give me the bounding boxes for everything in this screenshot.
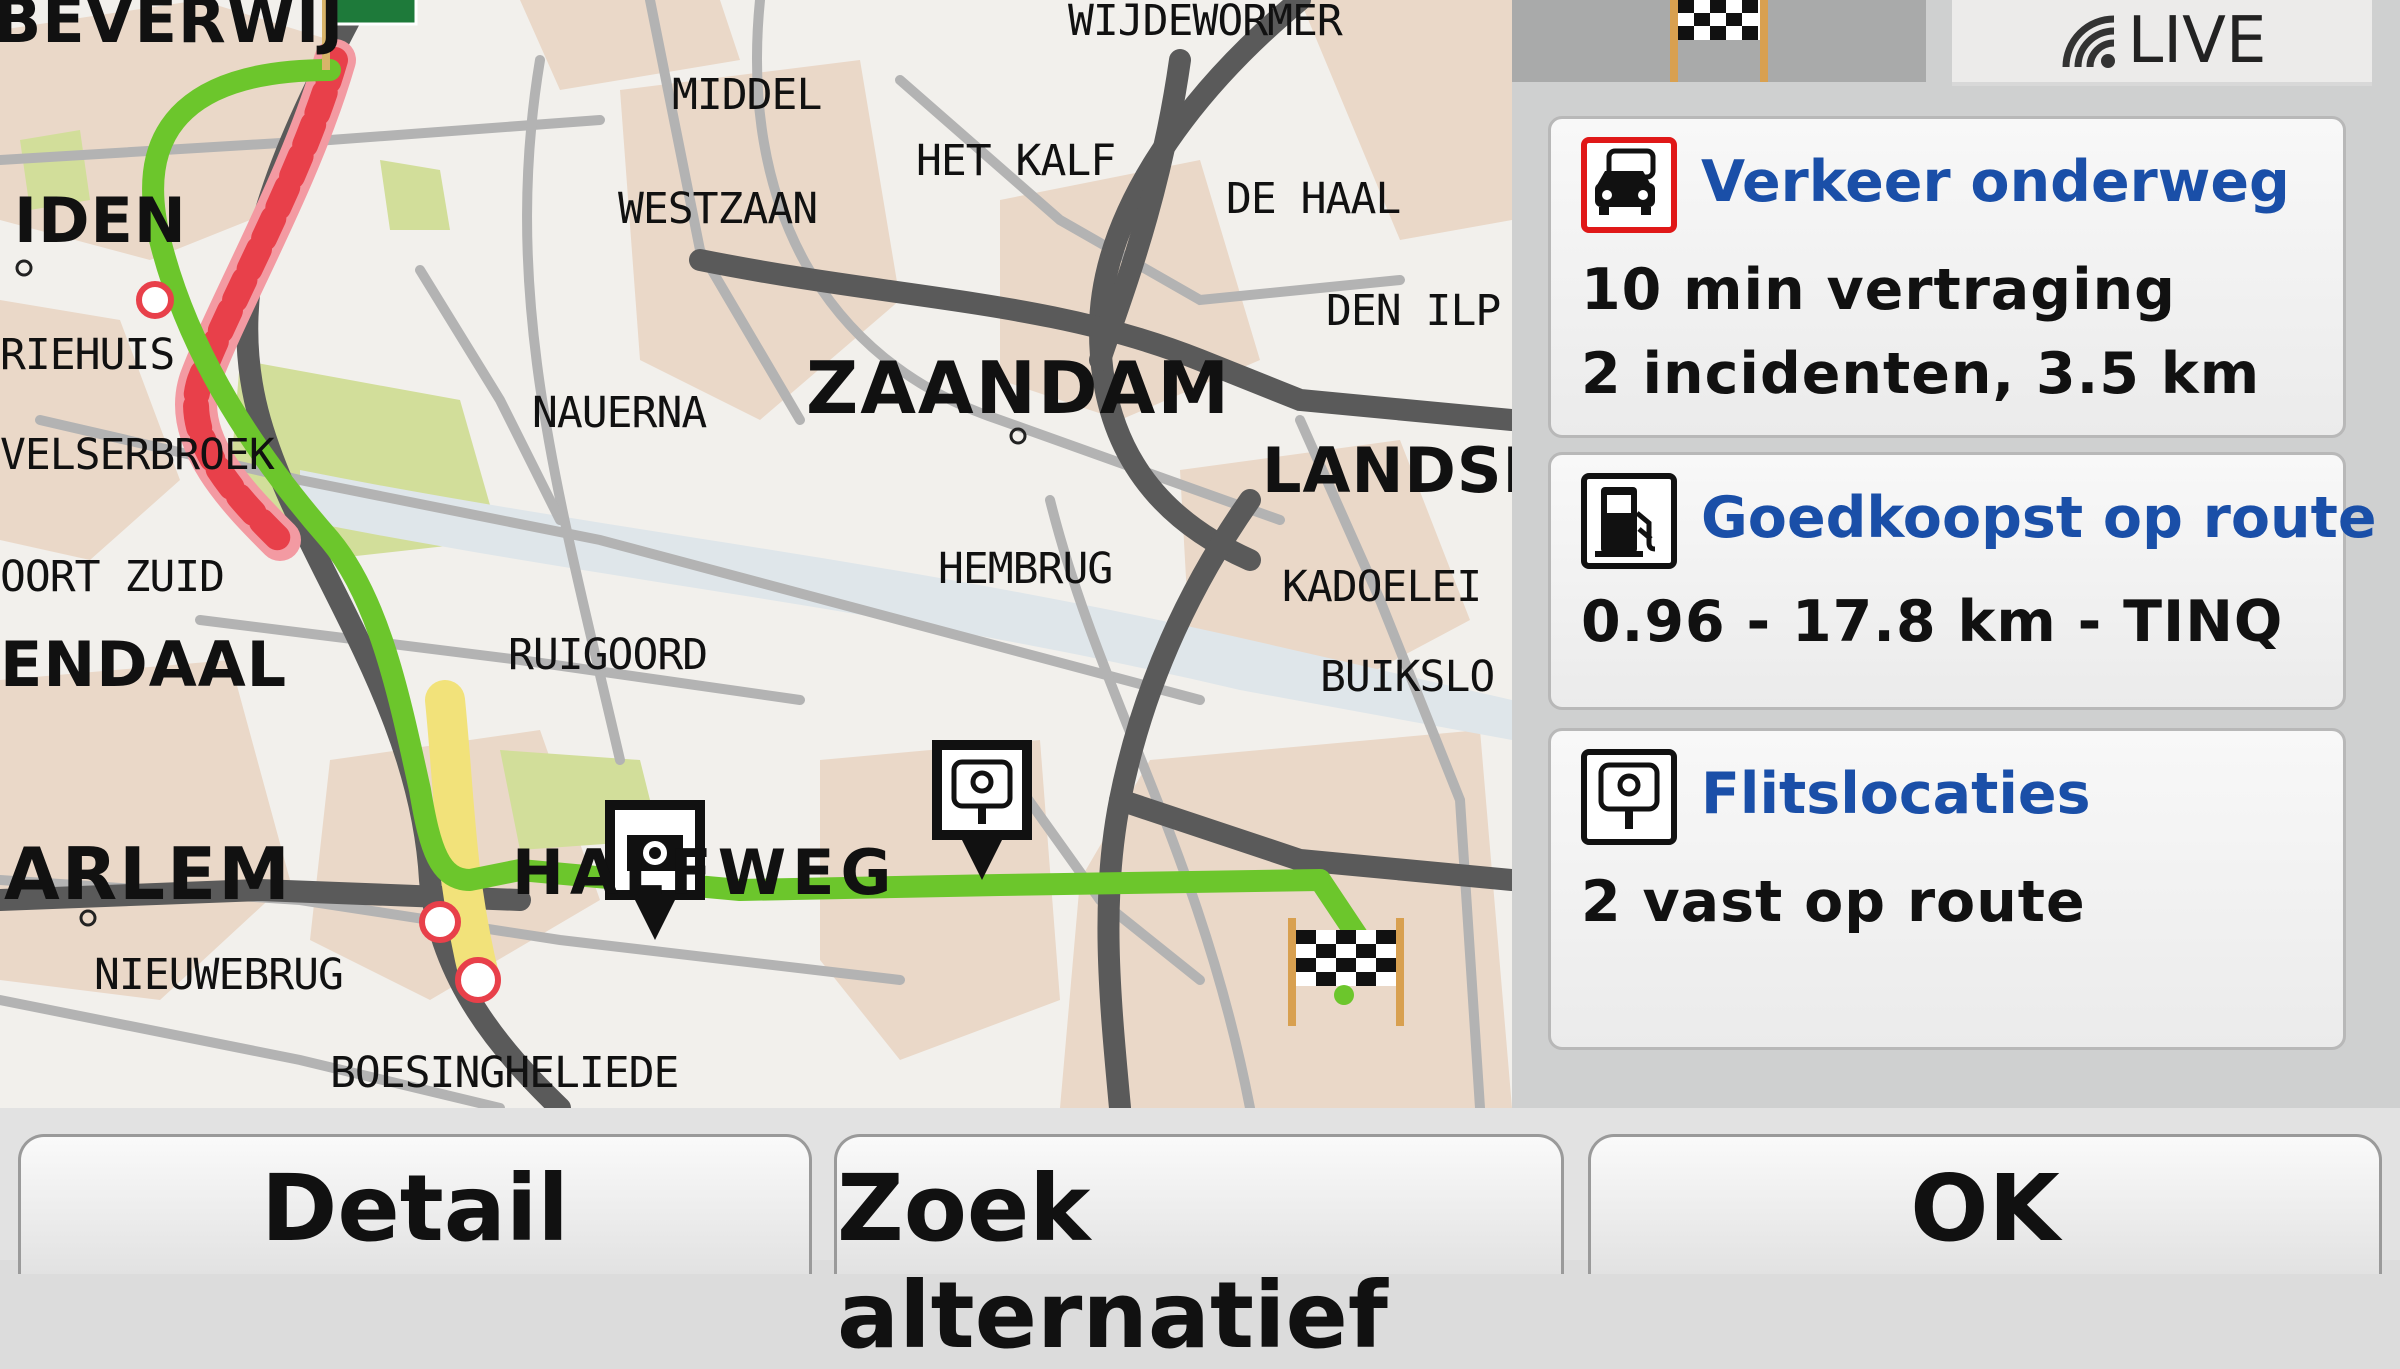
- ok-button[interactable]: OK: [1588, 1134, 2382, 1274]
- find-alternative-button[interactable]: Zoek alternatief: [834, 1134, 1564, 1369]
- place-velserbroek: VELSERBROEK: [0, 430, 275, 480]
- live-label: LIVE: [2127, 4, 2267, 78]
- traffic-card[interactable]: Verkeer onderweg 10 min vertraging 2 inc…: [1548, 116, 2346, 438]
- place-het-kalf: HET KALF: [916, 136, 1116, 186]
- camera-card[interactable]: Flitslocaties 2 vast op route: [1548, 728, 2346, 1050]
- detail-button[interactable]: Detail: [18, 1134, 812, 1274]
- info-panel: LIVE Verkeer onderweg 10 min vertraging …: [1512, 0, 2400, 1108]
- place-buiksloot: BUIKSLO: [1320, 652, 1495, 702]
- place-ruigoord: RUIGOORD: [508, 630, 708, 680]
- place-landsm: LANDSM: [1262, 434, 1512, 507]
- speed-camera-icon: [1581, 749, 1677, 845]
- place-de-haal: DE HAAL: [1226, 174, 1401, 224]
- place-wijdewormer: WIJDEWORMER: [1068, 0, 1343, 46]
- place-haarlem: ARLEM: [4, 832, 292, 916]
- place-zaandam: ZAANDAM: [806, 346, 1232, 430]
- traffic-incidents: 2 incidenten, 3.5 km: [1581, 341, 2261, 407]
- place-boesingheliede: BOESINGHELIEDE: [330, 1048, 679, 1098]
- map-canvas: [0, 0, 1512, 1108]
- tab-live[interactable]: LIVE: [1952, 0, 2372, 86]
- traffic-car-icon: [1581, 137, 1677, 233]
- traffic-title: Verkeer onderweg: [1701, 149, 2290, 215]
- fuel-title: Goedkoopst op route: [1701, 485, 2377, 551]
- live-signal-icon: [2062, 15, 2115, 68]
- place-leiden: IDEN: [14, 184, 187, 257]
- place-middel: MIDDEL: [672, 70, 822, 120]
- place-riehuis: RIEHUIS: [0, 330, 175, 380]
- place-kadoelen: KADOELEI: [1282, 562, 1482, 612]
- tab-route-summary[interactable]: [1512, 0, 1926, 82]
- place-nauerna: NAUERNA: [532, 388, 707, 438]
- place-halfweg: HALFWEG: [512, 836, 898, 909]
- fuel-card[interactable]: Goedkoopst op route 0.96 - 17.8 km - TIN…: [1548, 452, 2376, 710]
- traffic-delay: 10 min vertraging: [1581, 257, 2176, 323]
- route-map[interactable]: BEVERWIJ WIJDEWORMER MIDDEL HET KALF WES…: [0, 0, 1512, 1108]
- place-hembrug: HEMBRUG: [938, 544, 1113, 594]
- camera-count: 2 vast op route: [1581, 869, 2086, 935]
- place-oort-zuid: OORT ZUID: [0, 552, 225, 602]
- button-bar: Detail Zoek alternatief OK: [0, 1108, 2400, 1369]
- place-nieuwebrug: NIEUWEBRUG: [94, 950, 344, 1000]
- fuel-details: 0.96 - 17.8 km - TINQ: [1581, 589, 2284, 655]
- fuel-pump-icon: [1581, 473, 1677, 569]
- camera-title: Flitslocaties: [1701, 761, 2091, 827]
- checkered-flag-icon: [1670, 0, 1768, 82]
- place-endaal: ENDAAL: [0, 628, 288, 701]
- place-beverwijk: BEVERWIJ: [0, 0, 345, 57]
- place-westzaan: WESTZAAN: [618, 184, 818, 234]
- place-den-ilp: DEN ILP: [1326, 286, 1501, 336]
